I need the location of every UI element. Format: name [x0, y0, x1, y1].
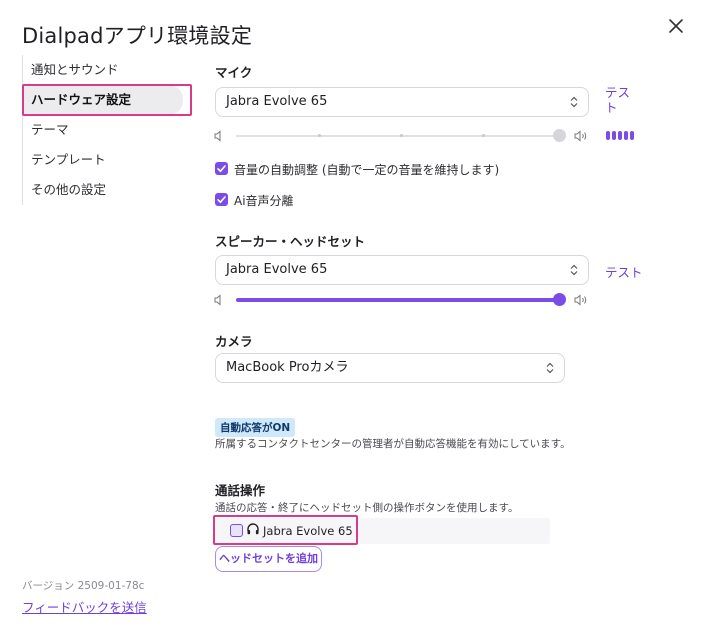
mic-volume-tick [318, 134, 321, 137]
mic-select-value: Jabra Evolve 65 [226, 94, 328, 109]
call-control-description: 通話の応答・終了にヘッドセット側の操作ボタンを使用します。 [215, 502, 519, 514]
volume-high-icon [574, 130, 587, 142]
auto-answer-badge: 自動応答がON [215, 418, 296, 437]
volume-low-icon [214, 130, 221, 142]
chevron-updown-icon [546, 362, 554, 374]
mic-volume-thumb[interactable] [553, 129, 566, 142]
auto-gain-checkbox[interactable] [215, 162, 228, 175]
mic-label: マイク [215, 65, 253, 80]
auto-gain-label: 音量の自動調整 (自動で一定の音量を維持します) [234, 163, 500, 177]
settings-nav: 通知とサウンド ハードウェア設定 テーマ テンプレート その他の設定 [22, 55, 192, 205]
mic-volume-tick [400, 134, 403, 137]
close-icon [669, 19, 683, 33]
speaker-label: スピーカー・ヘッドセット [215, 234, 366, 249]
call-control-label: 通話操作 [215, 483, 266, 498]
chevron-updown-icon [570, 96, 578, 108]
speaker-select-value: Jabra Evolve 65 [226, 262, 328, 277]
camera-select[interactable]: MacBook Proカメラ [215, 353, 565, 383]
auto-answer-description: 所属するコンタクトセンターの管理者が自動応答機能を有効にしています。 [215, 438, 571, 450]
device-highlight-box [213, 515, 358, 545]
checkmark-icon [217, 165, 226, 173]
add-headset-button[interactable]: ヘッドセットを追加 [215, 546, 322, 572]
nav-item-theme[interactable]: テーマ [23, 115, 192, 145]
volume-high-icon [574, 294, 587, 306]
camera-label: カメラ [215, 334, 253, 349]
camera-select-value: MacBook Proカメラ [226, 360, 349, 375]
noise-separation-checkbox[interactable] [215, 193, 228, 206]
chevron-updown-icon [570, 264, 578, 276]
close-button[interactable] [664, 14, 688, 38]
checkmark-icon [217, 196, 226, 204]
nav-item-templates[interactable]: テンプレート [23, 145, 192, 175]
mic-select[interactable]: Jabra Evolve 65 [215, 87, 589, 117]
mic-test-link[interactable]: テスト [605, 85, 639, 115]
nav-item-notifications[interactable]: 通知とサウンド [23, 55, 192, 85]
nav-item-other[interactable]: その他の設定 [23, 175, 192, 205]
noise-separation-label: Ai音声分離 [234, 194, 294, 208]
speaker-test-link[interactable]: テスト [605, 262, 643, 281]
speaker-volume-fill [236, 298, 562, 302]
speaker-volume-thumb[interactable] [553, 293, 566, 306]
mic-volume-tick [482, 134, 485, 137]
feedback-link[interactable]: フィードバックを送信 [22, 597, 147, 616]
page-title: Dialpadアプリ環境設定 [22, 24, 253, 48]
volume-low-icon [214, 294, 221, 306]
version-text: バージョン 2509-01-78c [22, 580, 145, 592]
nav-highlight-box [22, 84, 192, 116]
speaker-select[interactable]: Jabra Evolve 65 [215, 255, 589, 285]
mic-level-meter [606, 131, 634, 140]
